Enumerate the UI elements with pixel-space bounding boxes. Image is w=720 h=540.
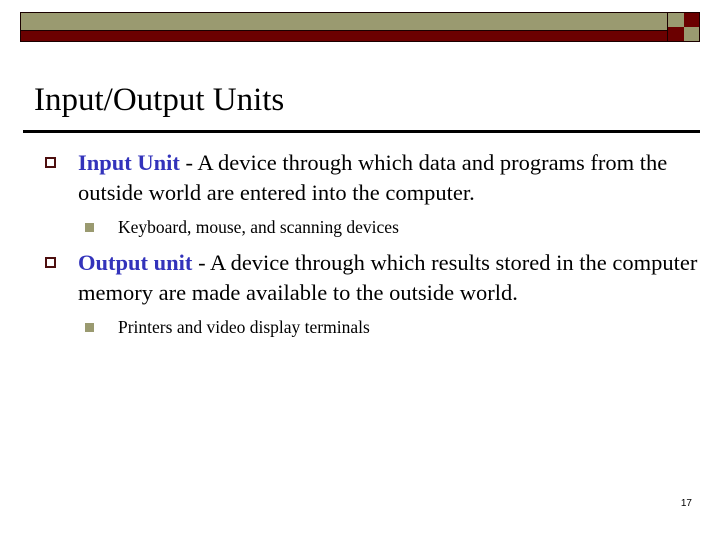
banner-maroon-band xyxy=(21,31,667,41)
slide-title: Input/Output Units xyxy=(34,82,285,118)
banner-check-top-right xyxy=(683,13,699,27)
bullet-lead-term: Input Unit xyxy=(78,150,180,175)
slide-top-banner xyxy=(20,12,700,42)
subbullet-label: Printers and video display terminals xyxy=(118,317,370,337)
banner-check-top-left xyxy=(668,13,684,27)
subbullet-item-input-devices: Keyboard, mouse, and scanning devices xyxy=(0,215,720,239)
banner-bars xyxy=(20,12,668,42)
banner-check-bottom-left xyxy=(668,27,684,41)
filled-square-bullet-icon xyxy=(85,223,94,232)
hollow-square-bullet-icon xyxy=(45,157,56,168)
hollow-square-bullet-icon xyxy=(45,257,56,268)
banner-check-bottom-right xyxy=(683,27,699,41)
subbullet-label: Keyboard, mouse, and scanning devices xyxy=(118,217,399,237)
subbullet-item-output-devices: Printers and video display terminals xyxy=(0,315,720,339)
bullet-item-output-unit: Output unit - A device through which res… xyxy=(0,248,720,308)
bullet-item-input-unit: Input Unit - A device through which data… xyxy=(0,148,720,208)
filled-square-bullet-icon xyxy=(85,323,94,332)
slide-body: Input Unit - A device through which data… xyxy=(0,148,720,348)
banner-checker-block xyxy=(668,12,700,42)
banner-khaki-band xyxy=(21,13,667,31)
bullet-lead-term: Output unit xyxy=(78,250,193,275)
title-divider-rule xyxy=(23,130,700,133)
slide-number: 17 xyxy=(680,498,692,509)
